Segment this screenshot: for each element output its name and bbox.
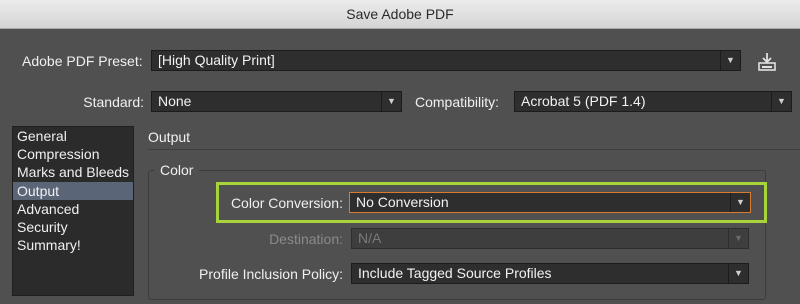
profile-policy-value: Include Tagged Source Profiles [358,265,552,281]
preset-select[interactable]: [High Quality Print] ▼ [151,50,741,71]
chevron-down-icon: ▼ [720,51,740,70]
chevron-down-icon: ▼ [728,264,748,283]
chevron-down-icon: ▼ [771,92,791,111]
preset-label: Adobe PDF Preset: [22,53,143,69]
standard-value: None [158,93,192,109]
sidebar-item-marks-and-bleeds[interactable]: Marks and Bleeds [13,163,133,181]
sidebar-item-security[interactable]: Security [13,218,133,236]
window-title-bar: Save Adobe PDF [0,0,800,29]
chevron-down-icon: ▼ [730,193,750,212]
sidebar-item-summary[interactable]: Summary! [13,236,133,254]
window-title: Save Adobe PDF [346,6,454,22]
sidebar-item-general[interactable]: General [13,127,133,145]
compatibility-label: Compatibility: [415,94,500,110]
compatibility-value: Acrobat 5 (PDF 1.4) [521,93,646,109]
save-preset-icon [758,53,776,71]
standard-select[interactable]: None ▼ [151,91,402,112]
section-title: Output [148,129,191,145]
profile-policy-label: Profile Inclusion Policy: [199,266,343,282]
preset-value: [High Quality Print] [158,52,275,68]
color-conversion-label: Color Conversion: [230,195,343,211]
color-group-title: Color [154,162,200,178]
color-conversion-value: No Conversion [356,194,449,210]
chevron-down-icon: ▼ [381,92,401,111]
destination-select: N/A ▼ [351,228,749,249]
destination-value: N/A [358,230,382,246]
sidebar-item-advanced[interactable]: Advanced [13,200,133,218]
section-divider [148,149,800,150]
sidebar-item-output[interactable]: Output [13,181,133,200]
standard-label: Standard: [83,94,144,110]
destination-label: Destination: [269,231,343,247]
profile-policy-select[interactable]: Include Tagged Source Profiles ▼ [351,263,749,284]
color-conversion-select[interactable]: No Conversion ▼ [349,192,751,213]
compatibility-select[interactable]: Acrobat 5 (PDF 1.4) ▼ [514,91,792,112]
category-list: General Compression Marks and Bleeds Out… [12,126,134,296]
save-preset-button[interactable] [754,50,780,74]
sidebar-item-compression[interactable]: Compression [13,145,133,163]
chevron-down-icon: ▼ [728,229,748,248]
